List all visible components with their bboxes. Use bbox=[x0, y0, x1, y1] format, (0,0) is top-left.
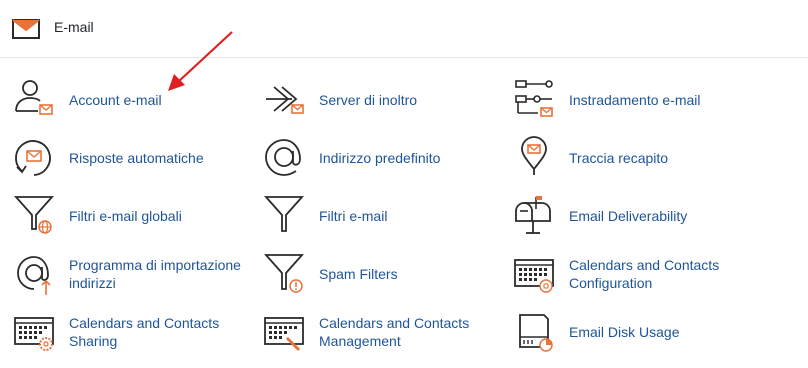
item-label: Calendars and Contacts Configuration bbox=[569, 257, 720, 291]
calendars-contacts-configuration-link[interactable]: Calendars and Contacts Configuration bbox=[512, 251, 762, 297]
item-label: Calendars and Contacts Management bbox=[319, 315, 470, 349]
item-label: Server di inoltro bbox=[319, 92, 418, 108]
address-importer-link[interactable]: Programma di importazione indirizzi bbox=[12, 251, 262, 297]
forwarders-link[interactable]: Server di inoltro bbox=[262, 77, 512, 123]
import-at-icon bbox=[17, 256, 51, 295]
section-title: E-mail bbox=[54, 19, 94, 35]
item-label: Traccia recapito bbox=[569, 150, 669, 166]
item-label: Calendars and Contacts Sharing bbox=[69, 315, 220, 349]
email-disk-usage-link[interactable]: Email Disk Usage bbox=[512, 309, 762, 355]
routing-icon bbox=[515, 80, 553, 117]
email-routing-link[interactable]: Instradamento e-mail bbox=[512, 77, 762, 123]
envelope-icon bbox=[12, 19, 40, 39]
global-email-filters-link[interactable]: Filtri e-mail globali bbox=[12, 193, 262, 239]
disk-usage-icon bbox=[519, 314, 553, 352]
location-pin-icon bbox=[521, 136, 547, 175]
autoresponder-icon bbox=[15, 140, 51, 176]
default-address-link[interactable]: Indirizzo predefinito bbox=[262, 135, 512, 181]
account-email-link[interactable]: Account e-mail bbox=[12, 77, 262, 123]
item-label: Filtri e-mail bbox=[319, 208, 388, 224]
spam-filters-link[interactable]: Spam Filters bbox=[262, 251, 512, 297]
calendars-contacts-management-link[interactable]: Calendars and Contacts Management bbox=[262, 309, 512, 355]
calendar-gear-icon bbox=[14, 317, 54, 351]
item-label: Email Disk Usage bbox=[569, 324, 680, 340]
item-label: Account e-mail bbox=[69, 92, 162, 108]
item-label: Risposte automatiche bbox=[69, 150, 204, 166]
item-label: Filtri e-mail globali bbox=[69, 208, 182, 224]
filter-icon bbox=[263, 196, 305, 232]
at-sign-icon bbox=[265, 139, 301, 176]
email-filters-link[interactable]: Filtri e-mail bbox=[262, 193, 512, 239]
calendars-contacts-sharing-link[interactable]: Calendars and Contacts Sharing bbox=[12, 309, 262, 355]
email-deliverability-link[interactable]: Email Deliverability bbox=[512, 193, 762, 239]
forward-mail-icon bbox=[266, 86, 304, 114]
section-header: E-mail bbox=[0, 0, 808, 58]
global-filter-icon bbox=[13, 196, 55, 234]
autoresponders-link[interactable]: Risposte automatiche bbox=[12, 135, 262, 181]
calendar-at-icon bbox=[514, 259, 554, 293]
item-label: Indirizzo predefinito bbox=[319, 150, 441, 166]
user-mail-icon bbox=[15, 80, 53, 115]
item-label: Spam Filters bbox=[319, 266, 398, 282]
track-delivery-link[interactable]: Traccia recapito bbox=[512, 135, 762, 181]
item-label: Instradamento e-mail bbox=[569, 92, 701, 108]
item-label: Programma di importazione indirizzi bbox=[69, 257, 241, 291]
item-label: Email Deliverability bbox=[569, 208, 688, 224]
calendar-pencil-icon bbox=[264, 317, 304, 351]
mailbox-icon bbox=[515, 196, 551, 234]
spam-filter-icon bbox=[263, 254, 305, 293]
